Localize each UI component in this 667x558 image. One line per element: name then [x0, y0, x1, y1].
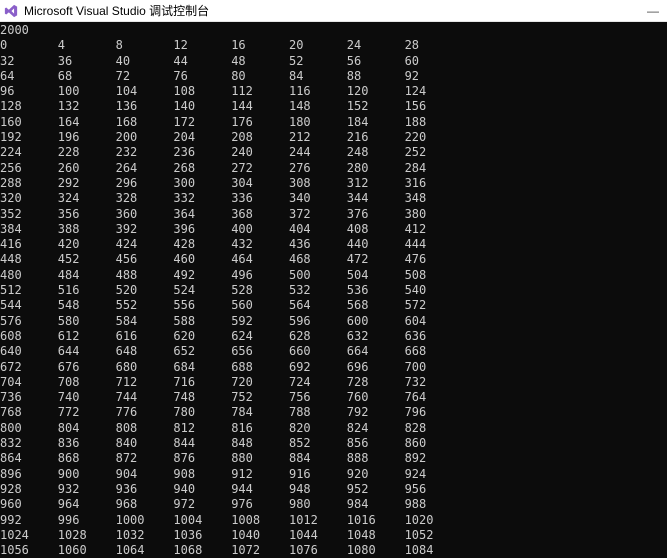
console-row: 320 324 328 332 336 340 344 348 — [0, 191, 667, 206]
console-row: 576 580 584 588 592 596 600 604 — [0, 314, 667, 329]
console-row: 352 356 360 364 368 372 376 380 — [0, 207, 667, 222]
console-row: 224 228 232 236 240 244 248 252 — [0, 145, 667, 160]
console-row: 480 484 488 492 496 500 504 508 — [0, 268, 667, 283]
console-row: 288 292 296 300 304 308 312 316 — [0, 176, 667, 191]
console-row: 0 4 8 12 16 20 24 28 — [0, 38, 667, 53]
console-row: 864 868 872 876 880 884 888 892 — [0, 451, 667, 466]
title-bar[interactable]: Microsoft Visual Studio 调试控制台 — — [0, 0, 667, 22]
minimize-button[interactable]: — — [643, 3, 663, 19]
console-row: 544 548 552 556 560 564 568 572 — [0, 298, 667, 313]
console-row: 768 772 776 780 784 788 792 796 — [0, 405, 667, 420]
console-row: 384 388 392 396 400 404 408 412 — [0, 222, 667, 237]
console-row: 512 516 520 524 528 532 536 540 — [0, 283, 667, 298]
window-title: Microsoft Visual Studio 调试控制台 — [24, 2, 643, 19]
console-row: 640 644 648 652 656 660 664 668 — [0, 344, 667, 359]
console-row: 896 900 904 908 912 916 920 924 — [0, 467, 667, 482]
console-window: Microsoft Visual Studio 调试控制台 — 20000 4 … — [0, 0, 667, 558]
console-row: 928 932 936 940 944 948 952 956 — [0, 482, 667, 497]
console-row: 128 132 136 140 144 148 152 156 — [0, 99, 667, 114]
console-row: 32 36 40 44 48 52 56 60 — [0, 54, 667, 69]
console-row: 416 420 424 428 432 436 440 444 — [0, 237, 667, 252]
console-initial-value: 2000 — [0, 23, 667, 38]
console-row: 800 804 808 812 816 820 824 828 — [0, 421, 667, 436]
console-row: 832 836 840 844 848 852 856 860 — [0, 436, 667, 451]
vs-icon — [4, 4, 18, 18]
console-row: 672 676 680 684 688 692 696 700 — [0, 360, 667, 375]
console-row: 736 740 744 748 752 756 760 764 — [0, 390, 667, 405]
console-row: 1024 1028 1032 1036 1040 1044 1048 1052 — [0, 528, 667, 543]
console-row: 1056 1060 1064 1068 1072 1076 1080 1084 — [0, 543, 667, 558]
console-row: 256 260 264 268 272 276 280 284 — [0, 161, 667, 176]
console-row: 96 100 104 108 112 116 120 124 — [0, 84, 667, 99]
console-output[interactable]: 20000 4 8 12 16 20 24 28 32 36 40 44 48 … — [0, 22, 667, 558]
console-row: 160 164 168 172 176 180 184 188 — [0, 115, 667, 130]
console-row: 960 964 968 972 976 980 984 988 — [0, 497, 667, 512]
console-row: 64 68 72 76 80 84 88 92 — [0, 69, 667, 84]
console-row: 992 996 1000 1004 1008 1012 1016 1020 — [0, 513, 667, 528]
console-row: 448 452 456 460 464 468 472 476 — [0, 252, 667, 267]
console-row: 704 708 712 716 720 724 728 732 — [0, 375, 667, 390]
console-row: 192 196 200 204 208 212 216 220 — [0, 130, 667, 145]
window-controls: — — [643, 3, 663, 19]
console-row: 608 612 616 620 624 628 632 636 — [0, 329, 667, 344]
